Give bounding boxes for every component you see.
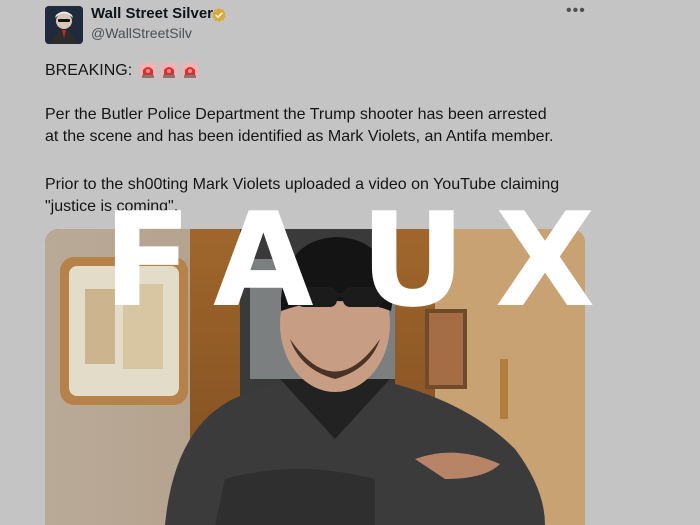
tweet-text-line: at the scene and has been identified as … [45, 128, 554, 145]
police-siren-icon [140, 62, 157, 79]
author-name[interactable]: Wall Street Silver [91, 5, 213, 22]
breaking-label: BREAKING: [45, 62, 133, 79]
avatar-image [45, 6, 83, 44]
avatar[interactable] [45, 6, 83, 44]
tweet-text-line: Prior to the sh00ting Mark Violets uploa… [45, 176, 560, 193]
tweet-text-line: "justice is coming". [45, 198, 179, 215]
verified-badge-icon [212, 7, 226, 23]
more-options-icon[interactable]: ••• [566, 2, 586, 20]
tweet-card: Wall Street Silver @WallStreetSilv ••• B… [0, 0, 700, 525]
video-frame-illustration [45, 229, 585, 525]
police-siren-icon [161, 62, 178, 79]
police-siren-icon [182, 62, 199, 79]
tweet-text-line: Per the Butler Police Department the Tru… [45, 106, 547, 123]
breaking-line: BREAKING: [45, 60, 199, 81]
tweet-media-image[interactable] [45, 229, 585, 525]
author-handle[interactable]: @WallStreetSilv [91, 25, 192, 41]
